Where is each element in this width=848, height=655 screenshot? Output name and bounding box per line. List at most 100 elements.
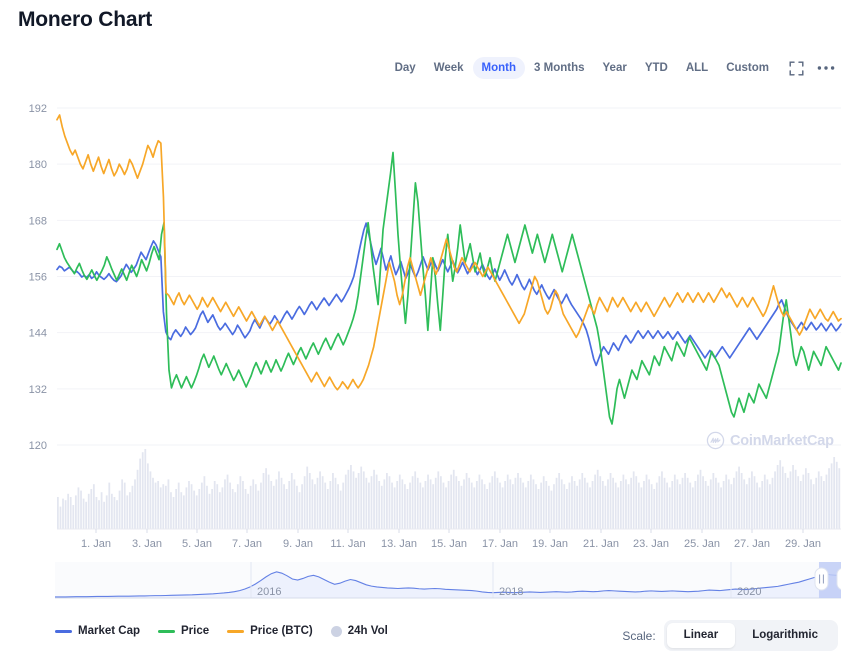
chart-range-toolbar: Day Week Month 3 Months Year YTD ALL Cus… <box>386 56 838 80</box>
volume-bar <box>715 477 717 529</box>
volume-bar <box>537 489 540 529</box>
volume-bar <box>722 481 725 529</box>
volume-bar <box>167 479 170 529</box>
y-axis-tick-label: 120 <box>29 440 47 452</box>
volume-bar <box>504 481 507 529</box>
volume-bar <box>419 482 422 529</box>
range-navigator[interactable]: 2016 2018 2020 <box>55 562 841 608</box>
range-button-all[interactable]: ALL <box>677 57 717 79</box>
x-axis-tick-label: 9. Jan <box>283 538 313 550</box>
legend-item-24h-vol[interactable]: 24h Vol <box>330 625 388 637</box>
range-button-custom[interactable]: Custom <box>717 57 778 79</box>
volume-bar <box>807 473 810 529</box>
range-button-ytd[interactable]: YTD <box>636 57 677 79</box>
volume-bar <box>170 492 172 529</box>
volume-bar <box>730 484 733 529</box>
volume-bar <box>118 490 121 529</box>
volume-bar <box>478 474 481 529</box>
legend-item-price-btc[interactable]: Price (BTC) <box>227 625 313 637</box>
fullscreen-icon[interactable] <box>784 57 808 79</box>
volume-bar <box>686 477 689 529</box>
volume-bar <box>576 485 579 529</box>
volume-bar <box>257 490 260 529</box>
volume-bar <box>486 489 489 529</box>
more-options-icon[interactable] <box>814 57 838 79</box>
volume-bar <box>517 473 519 529</box>
volume-bar <box>627 484 630 529</box>
volume-bar <box>614 482 617 529</box>
volume-bar <box>565 489 568 529</box>
range-button-week[interactable]: Week <box>425 57 473 79</box>
chart-legend: Market Cap Price Price (BTC) 24h Vol <box>55 625 388 637</box>
volume-bar <box>278 471 280 529</box>
volume-bar <box>545 481 548 529</box>
volume-bar <box>206 485 208 529</box>
range-button-day[interactable]: Day <box>386 57 425 79</box>
volume-bar <box>344 474 347 529</box>
volume-bar <box>594 474 596 529</box>
x-axis-tick-label: 5. Jan <box>182 538 212 550</box>
volume-bar <box>311 479 314 529</box>
volume-bar <box>432 484 435 529</box>
volume-bar <box>260 482 262 529</box>
volume-bar <box>242 481 244 529</box>
volume-bar <box>355 477 357 529</box>
volume-bar <box>262 473 265 529</box>
volume-bar <box>560 479 563 529</box>
price-chart[interactable]: 120 132 144 156 168 180 192 1. Jan 3. Jan 5. Jan 7… <box>0 96 848 551</box>
range-button-3-months[interactable]: 3 Months <box>525 57 593 79</box>
volume-bar <box>661 471 663 529</box>
volume-bar <box>527 481 530 529</box>
range-button-month[interactable]: Month <box>472 57 526 79</box>
volume-bar <box>401 479 404 529</box>
volume-bar <box>578 479 581 529</box>
volume-bar <box>573 481 576 529</box>
volume-bar <box>445 487 447 529</box>
volume-bar <box>542 476 545 529</box>
volume-bar <box>779 460 782 529</box>
volume-bar <box>468 477 471 529</box>
volume-bar <box>830 463 833 529</box>
volume-bar <box>470 482 473 529</box>
scale-option-linear[interactable]: Linear <box>666 623 736 648</box>
volume-bar <box>404 484 406 529</box>
volume-bar <box>465 473 468 529</box>
volume-bar <box>303 476 306 529</box>
legend-label-24h-vol: 24h Vol <box>347 625 388 637</box>
volume-bar <box>781 466 784 529</box>
volume-bar <box>67 493 70 529</box>
volume-bar <box>424 481 427 529</box>
scale-option-logarithmic[interactable]: Logarithmic <box>735 623 835 648</box>
volume-bar <box>694 481 697 529</box>
volume-bar <box>422 487 424 529</box>
volume-bar <box>69 497 72 529</box>
legend-item-market-cap[interactable]: Market Cap <box>55 625 140 637</box>
volume-bar <box>519 477 522 529</box>
page-title: Monero Chart <box>18 8 153 31</box>
range-button-year[interactable]: Year <box>594 57 636 79</box>
volume-bar <box>442 482 445 529</box>
volume-bar <box>213 481 216 529</box>
volume-bar <box>679 484 681 529</box>
volume-bar <box>321 476 324 529</box>
volume-bar <box>275 479 278 529</box>
legend-item-price[interactable]: Price <box>158 625 209 637</box>
volume-bar <box>314 484 316 529</box>
volume-bar <box>735 471 738 529</box>
navigator-handle-right[interactable] <box>836 567 841 591</box>
volume-bar <box>272 485 275 529</box>
volume-bar <box>619 481 622 529</box>
volume-bar <box>375 474 378 529</box>
volume-bar <box>414 471 417 529</box>
volume-bar <box>98 500 100 529</box>
volume-bar <box>447 481 450 529</box>
volume-bar <box>771 477 774 529</box>
volume-bar <box>586 482 589 529</box>
navigator-handle-left[interactable] <box>814 567 829 591</box>
volume-bar <box>583 477 586 529</box>
volume-bar <box>745 484 748 529</box>
volume-bar <box>396 481 399 529</box>
volume-bar <box>797 476 800 529</box>
volume-bar <box>306 466 309 529</box>
volume-bar <box>689 482 692 529</box>
